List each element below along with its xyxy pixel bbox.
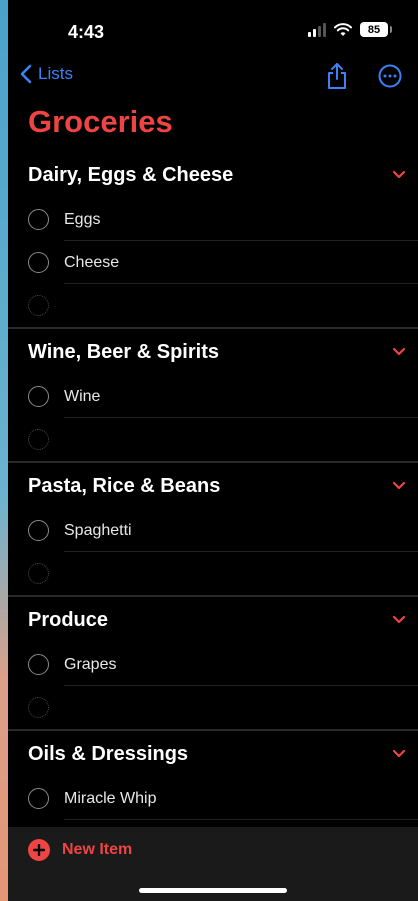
chevron-down-icon[interactable] <box>392 749 406 759</box>
chevron-down-icon[interactable] <box>392 170 406 180</box>
section-header[interactable]: Dairy, Eggs & Cheese <box>8 152 418 198</box>
empty-new-item-row[interactable] <box>8 820 418 827</box>
signal-icon <box>308 22 326 37</box>
section-header[interactable]: Pasta, Rice & Beans <box>8 463 418 509</box>
item-label: Cheese <box>64 253 120 271</box>
chevron-down-icon[interactable] <box>392 347 406 357</box>
checkbox-circle-icon[interactable] <box>28 788 49 809</box>
list-item[interactable]: Eggs <box>8 198 418 241</box>
item-label: Wine <box>64 387 101 405</box>
section-header[interactable]: Oils & Dressings <box>8 731 418 777</box>
item-label: Grapes <box>64 655 117 673</box>
list-section: Produce Grapes <box>8 597 418 731</box>
checkbox-circle-icon[interactable] <box>28 520 49 541</box>
status-time: 4:43 <box>68 22 105 42</box>
section-header[interactable]: Produce <box>8 597 418 643</box>
section-header[interactable]: Wine, Beer & Spirits <box>8 329 418 375</box>
home-indicator[interactable] <box>139 888 287 893</box>
wifi-icon <box>334 22 352 36</box>
list-section: Dairy, Eggs & Cheese Eggs Cheese <box>8 152 418 329</box>
section-title: Produce <box>28 608 109 631</box>
section-title: Oils & Dressings <box>28 742 189 765</box>
item-label: Spaghetti <box>64 521 132 539</box>
chevron-down-icon[interactable] <box>392 481 406 491</box>
placeholder-circle-icon[interactable] <box>28 697 49 718</box>
status-icons: 85 <box>308 22 392 37</box>
nav-actions <box>326 62 402 90</box>
list-item[interactable]: Wine <box>8 375 418 418</box>
more-icon[interactable] <box>378 64 402 88</box>
item-label: Eggs <box>64 210 101 228</box>
status-bar: 4:43 85 <box>8 0 418 60</box>
battery-icon: 85 <box>360 22 392 37</box>
empty-new-item-row[interactable] <box>8 552 418 595</box>
new-item-button[interactable]: New Item <box>28 839 132 861</box>
list-item[interactable]: Spaghetti <box>8 509 418 552</box>
checkbox-circle-icon[interactable] <box>28 252 49 273</box>
checkbox-circle-icon[interactable] <box>28 654 49 675</box>
new-item-label: New Item <box>62 841 133 858</box>
chevron-left-icon <box>20 64 32 84</box>
back-button[interactable]: Lists <box>20 64 73 84</box>
share-icon[interactable] <box>326 62 348 90</box>
page-title: Groceries <box>28 104 173 139</box>
list-item[interactable]: Miracle Whip <box>8 777 418 820</box>
list-section: Oils & Dressings Miracle Whip <box>8 731 418 827</box>
list-item[interactable]: Cheese <box>8 241 418 284</box>
battery-level: 85 <box>367 23 381 36</box>
section-title: Wine, Beer & Spirits <box>28 340 219 363</box>
phone-screen: 4:43 85 Lists Groceries Dairy, Eggs & Ch… <box>8 0 418 901</box>
checkbox-circle-icon[interactable] <box>28 386 49 407</box>
section-title: Pasta, Rice & Beans <box>28 474 221 497</box>
checkbox-circle-icon[interactable] <box>28 209 49 230</box>
placeholder-circle-icon[interactable] <box>28 295 49 316</box>
section-title: Dairy, Eggs & Cheese <box>28 163 234 186</box>
list-section: Pasta, Rice & Beans Spaghetti <box>8 463 418 597</box>
empty-new-item-row[interactable] <box>8 418 418 461</box>
back-label: Lists <box>38 64 73 83</box>
list-section: Wine, Beer & Spirits Wine <box>8 329 418 463</box>
plus-icon <box>28 839 50 861</box>
empty-new-item-row[interactable] <box>8 686 418 729</box>
footer-toolbar: New Item <box>8 827 418 901</box>
list-item[interactable]: Grapes <box>8 643 418 686</box>
sections-list: Dairy, Eggs & Cheese Eggs Cheese Wine, Beer… <box>8 152 418 827</box>
placeholder-circle-icon[interactable] <box>28 429 49 450</box>
chevron-down-icon[interactable] <box>392 615 406 625</box>
empty-new-item-row[interactable] <box>8 284 418 327</box>
item-label: Miracle Whip <box>64 789 157 807</box>
placeholder-circle-icon[interactable] <box>28 563 49 584</box>
navigation-bar: Lists <box>8 62 418 94</box>
